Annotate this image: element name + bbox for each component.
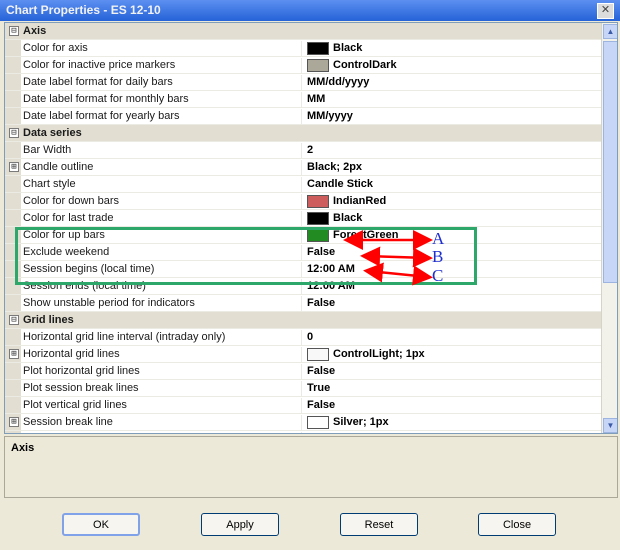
close-button[interactable]: Close	[478, 513, 556, 536]
apply-button[interactable]: Apply	[201, 513, 279, 536]
annotation-letter-c: C	[432, 266, 444, 285]
reset-button[interactable]: Reset	[340, 513, 418, 536]
ok-button[interactable]: OK	[62, 513, 140, 536]
annotation-letter-b: B	[432, 247, 444, 266]
arrow-b	[360, 246, 433, 268]
description-panel: Axis	[4, 436, 618, 498]
annotation-letter-a: A	[432, 229, 445, 248]
arrow-c	[363, 262, 433, 286]
description-title: Axis	[11, 442, 35, 454]
